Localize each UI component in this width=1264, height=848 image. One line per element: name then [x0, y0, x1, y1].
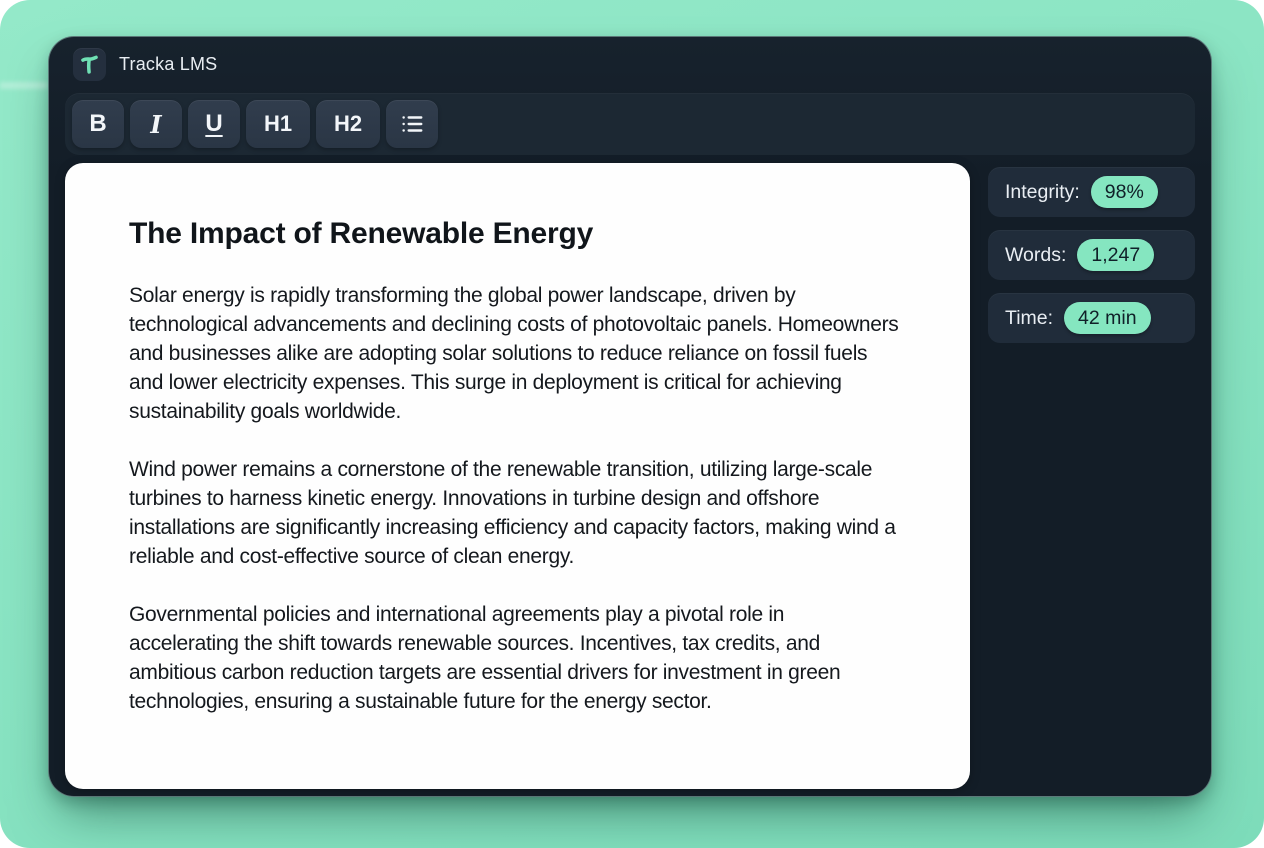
integrity-value-badge: 98% — [1090, 175, 1158, 209]
app-title: Tracka LMS — [119, 53, 218, 74]
document-editor[interactable]: The Impact of Renewable Energy Solar ene… — [65, 163, 970, 789]
background-highlight — [0, 82, 48, 89]
app-window: Tracka LMS B I U H1 H2 The Impact of Ren… — [48, 36, 1212, 797]
time-value-badge: 42 min — [1064, 301, 1151, 335]
formatting-toolbar: B I U H1 H2 — [65, 93, 1195, 155]
document-paragraph: Solar energy is rapidly transforming the… — [129, 284, 899, 423]
stat-card-integrity: Integrity: 98% — [988, 167, 1195, 217]
heading2-button[interactable]: H2 — [316, 100, 380, 148]
words-value-badge: 1,247 — [1077, 238, 1155, 272]
stats-sidebar: Integrity: 98% Words: 1,247 Time: 42 min — [988, 167, 1195, 789]
underline-button[interactable]: U — [188, 100, 240, 148]
bullet-list-button[interactable] — [386, 100, 438, 148]
document-paragraph: Wind power remains a cornerstone of the … — [129, 458, 896, 568]
document-paragraph: Governmental policies and international … — [129, 603, 841, 713]
document-body: Solar energy is rapidly transforming the… — [129, 281, 906, 716]
app-logo — [73, 47, 106, 81]
content-area: The Impact of Renewable Energy Solar ene… — [65, 163, 1195, 789]
italic-button[interactable]: I — [130, 100, 182, 148]
heading1-button[interactable]: H1 — [246, 100, 310, 148]
stat-card-time: Time: 42 min — [988, 293, 1195, 343]
tracka-logo-icon — [79, 54, 100, 75]
stat-label: Words: — [1005, 243, 1067, 266]
titlebar: Tracka LMS — [49, 37, 1211, 91]
stat-label: Integrity: — [1005, 180, 1080, 203]
stat-label: Time: — [1005, 306, 1054, 329]
document-title: The Impact of Renewable Energy — [129, 217, 594, 250]
stat-card-words: Words: 1,247 — [988, 230, 1195, 280]
bold-button[interactable]: B — [72, 100, 124, 148]
app-background: Tracka LMS B I U H1 H2 The Impact of Ren… — [0, 0, 1264, 848]
bullet-list-icon — [399, 111, 425, 137]
